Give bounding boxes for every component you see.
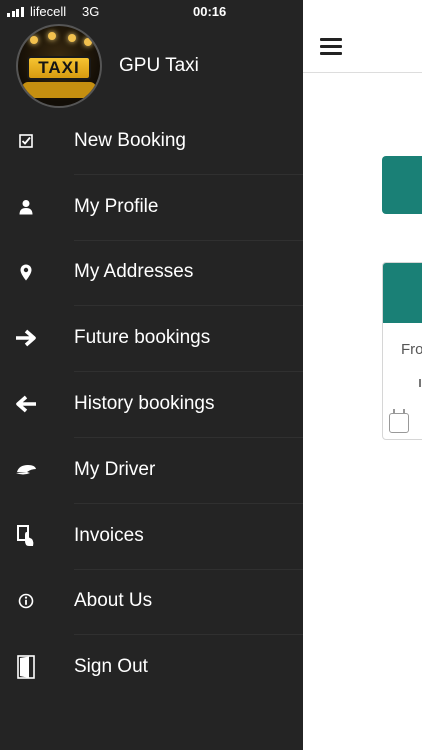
booking-card-from-label: Fro: [401, 341, 422, 358]
menu-item-label: Invoices: [74, 524, 144, 546]
drawer-header: TAXI GPU Taxi: [0, 24, 303, 108]
booking-card-divider: [419, 379, 421, 387]
menu-item-my-addresses[interactable]: My Addresses: [0, 239, 303, 306]
arrow-right-icon: [14, 326, 38, 350]
menu-item-new-booking[interactable]: New Booking: [0, 108, 303, 174]
main-header: [303, 0, 422, 73]
menu-item-about-us[interactable]: About Us: [0, 568, 303, 635]
taxi-logo: TAXI: [16, 24, 102, 108]
navigation-drawer: TAXI GPU Taxi New Booking My Profile My …: [0, 0, 303, 750]
taxi-sign: TAXI: [27, 56, 91, 80]
driver-cap-icon: [14, 458, 38, 482]
menu-item-invoices[interactable]: Invoices: [0, 502, 303, 569]
menu-item-label: My Profile: [74, 195, 159, 217]
calendar-icon: [389, 409, 409, 433]
menu-item-label: About Us: [74, 590, 153, 612]
booking-button[interactable]: [382, 156, 422, 214]
menu-item-label: History bookings: [74, 393, 215, 415]
menu-item-label: My Addresses: [74, 261, 194, 283]
person-icon: [14, 195, 38, 219]
door-icon: [14, 655, 38, 680]
invoice-icon: [14, 524, 38, 548]
menu-item-label: Future bookings: [74, 327, 211, 349]
menu-item-my-driver[interactable]: My Driver: [0, 436, 303, 503]
info-icon: [14, 589, 38, 613]
arrow-left-icon: [14, 392, 38, 416]
app-name: GPU Taxi: [119, 55, 199, 76]
menu-item-future-bookings[interactable]: Future bookings: [0, 305, 303, 371]
booking-card-header: [383, 263, 422, 323]
network-type: 3G: [82, 4, 100, 19]
checkbox-icon: [14, 129, 38, 153]
menu-item-my-profile[interactable]: My Profile: [0, 173, 303, 240]
menu-item-label: My Driver: [74, 458, 156, 480]
booking-card[interactable]: Fro: [382, 262, 422, 440]
menu-item-history-bookings[interactable]: History bookings: [0, 371, 303, 437]
location-pin-icon: [14, 260, 38, 284]
menu-item-label: New Booking: [74, 129, 186, 151]
carrier-name: lifecell: [30, 4, 67, 19]
menu-item-sign-out[interactable]: Sign Out: [0, 634, 303, 700]
drawer-menu: New Booking My Profile My Addresses Futu…: [0, 108, 303, 700]
hamburger-menu-icon[interactable]: [320, 38, 342, 56]
status-bar: lifecell 3G 00:16: [0, 0, 303, 24]
menu-item-label: Sign Out: [74, 656, 148, 678]
signal-strength-icon: [7, 7, 24, 17]
status-time: 00:16: [193, 4, 227, 19]
